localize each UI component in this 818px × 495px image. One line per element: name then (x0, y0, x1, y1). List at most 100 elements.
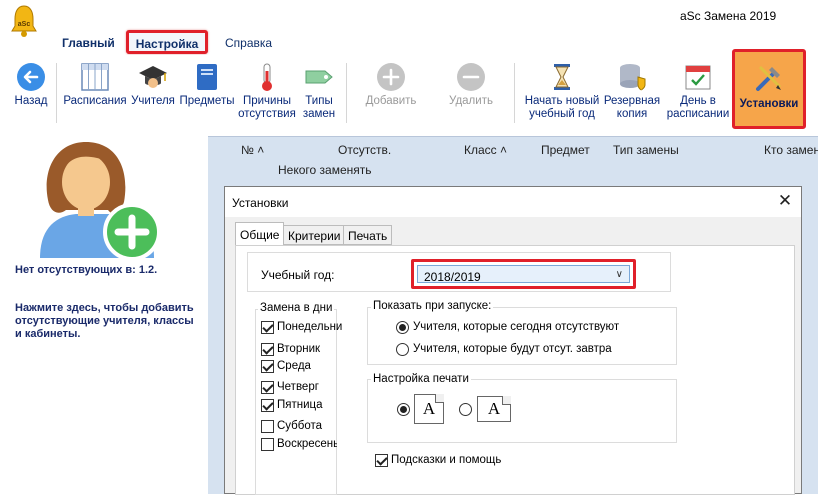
graduation-cap-icon (139, 66, 167, 88)
add-button[interactable]: Добавить (360, 55, 422, 131)
back-label: Назад (14, 95, 48, 107)
subjects-button[interactable]: Предметы (178, 55, 236, 131)
column-class[interactable]: Класс ˄ (464, 143, 507, 157)
hints-label: Подсказки и помощь (391, 454, 502, 466)
substitution-types-label-1: Типы (305, 95, 333, 107)
app-title: aSc Замена 2019 (680, 9, 777, 23)
absence-reasons-label-2: отсутствия (238, 108, 296, 120)
substitution-types-label-2: замен (302, 108, 336, 120)
friday-checkbox[interactable] (261, 399, 274, 412)
add-absent-person-icon[interactable] (28, 140, 168, 260)
wednesday-checkbox[interactable] (261, 360, 274, 373)
new-school-year-button[interactable]: Начать новый учебный год (522, 55, 602, 131)
new-school-year-label-2: учебный год (529, 108, 595, 120)
close-icon[interactable]: ✕ (775, 191, 795, 211)
settings-label: Установки (739, 98, 799, 110)
timetable-grid-icon (81, 63, 109, 91)
monday-checkbox[interactable] (261, 321, 274, 334)
day-in-timetable-button[interactable]: День в расписании (666, 55, 730, 131)
teachers-label: Учителя (131, 95, 175, 107)
tuesday-label: Вторник (277, 343, 321, 355)
toolbar-separator (56, 63, 57, 123)
absent-tomorrow-radio[interactable] (396, 343, 409, 356)
absence-reasons-label-1: Причины (242, 95, 292, 107)
sunday-label: Воскресенье (277, 438, 337, 450)
minus-circle-icon (457, 63, 485, 91)
column-substitution-type[interactable]: Тип замены (613, 143, 679, 157)
tab-main[interactable]: Главный (62, 36, 115, 50)
friday-label: Пятница (277, 399, 323, 411)
add-label: Добавить (365, 95, 417, 107)
thermometer-icon (262, 63, 272, 91)
subjects-label: Предметы (179, 95, 235, 107)
hints-checkbox[interactable] (375, 454, 388, 467)
settings-button[interactable]: Установки (732, 49, 806, 129)
dialog-title-bar: Установки ✕ (225, 187, 801, 217)
chevron-down-icon[interactable]: ∨ (616, 269, 623, 280)
day-in-timetable-label-2: расписании (666, 108, 730, 120)
monday-label: Понедельни (277, 321, 343, 333)
title-bar: aSc aSc Замена 2019 (0, 0, 818, 37)
timetables-label: Расписания (63, 95, 127, 107)
back-button[interactable]: Назад (6, 55, 56, 131)
no-absent-text: Нет отсутствующих в: 1.2. (15, 264, 158, 276)
saturday-checkbox[interactable] (261, 420, 274, 433)
app-window: aSc aSc Замена 2019 Главный Настройка Сп… (0, 0, 818, 495)
calendar-check-icon (685, 65, 711, 90)
toolbar: Назад Расписания Учителя Предметы Причин… (0, 49, 818, 131)
school-year-value: 2018/2019 (424, 270, 481, 284)
thursday-checkbox[interactable] (261, 381, 274, 394)
wednesday-label: Среда (277, 360, 311, 372)
tab-print[interactable]: Печать (343, 225, 393, 245)
nobody-to-substitute-row: Некого заменять (278, 163, 372, 177)
portrait-radio[interactable] (397, 403, 410, 416)
timetables-button[interactable]: Расписания (62, 55, 128, 131)
add-absent-hint[interactable]: Нажмите здесь, чтобы добавить отсутствую… (15, 302, 195, 341)
column-subject[interactable]: Предмет (541, 143, 590, 157)
tab-help[interactable]: Справка (225, 36, 272, 50)
backup-button[interactable]: Резервная копия (602, 55, 662, 131)
dialog-title: Установки (232, 196, 289, 210)
remove-button[interactable]: Удалить (440, 55, 502, 131)
absence-reasons-button[interactable]: Причины отсутствия (238, 55, 296, 131)
absent-today-label: Учителя, которые сегодня отсутствуют (413, 321, 620, 333)
teachers-button[interactable]: Учителя (128, 55, 178, 131)
back-arrow-icon (17, 63, 45, 91)
school-year-select-field[interactable]: 2018/2019 ∨ (417, 265, 630, 284)
absent-tomorrow-label: Учителя, которые будут отсут. завтра (413, 343, 612, 355)
saturday-label: Суббота (277, 420, 323, 432)
tuesday-checkbox[interactable] (261, 343, 274, 356)
school-year-select[interactable]: 2018/2019 ∨ (411, 259, 636, 289)
database-shield-icon (620, 64, 646, 91)
landscape-radio[interactable] (459, 403, 472, 416)
day-in-timetable-label-1: День в (680, 95, 716, 107)
substitution-types-button[interactable]: Типы замен (296, 55, 342, 131)
print-settings-title: Настройка печати (371, 373, 471, 385)
remove-label: Удалить (449, 95, 493, 107)
tab-criteria[interactable]: Критерии (283, 225, 346, 245)
startup-group-title: Показать при запуске: (371, 300, 494, 312)
new-school-year-label-1: Начать новый (524, 95, 600, 107)
left-panel[interactable]: Нет отсутствующих в: 1.2. Нажмите здесь,… (0, 136, 208, 494)
book-icon (197, 64, 217, 90)
column-substitute[interactable]: Кто замен (764, 143, 818, 157)
bell-logo-icon: aSc (11, 5, 37, 37)
column-absent[interactable]: Отсутств. (338, 143, 391, 157)
startup-group (367, 307, 677, 365)
school-year-label: Учебный год: (261, 268, 335, 282)
plus-circle-icon (377, 63, 405, 91)
settings-dialog: Установки ✕ Общие Критерии Печать Учебны… (224, 186, 802, 495)
toolbar-separator (514, 63, 515, 123)
days-group-title: Замена в дни (258, 302, 335, 314)
column-number[interactable]: № ˄ (241, 143, 264, 157)
tab-general[interactable]: Общие (235, 222, 285, 246)
tab-settings[interactable]: Настройка (126, 30, 208, 54)
absent-today-radio[interactable] (396, 321, 409, 334)
toolbar-separator (346, 63, 347, 123)
tools-icon (756, 65, 782, 91)
tag-icon (305, 70, 333, 84)
backup-label-2: копия (616, 108, 648, 120)
thursday-label: Четверг (277, 381, 319, 393)
hourglass-icon (554, 64, 570, 90)
sunday-checkbox[interactable] (261, 438, 274, 451)
